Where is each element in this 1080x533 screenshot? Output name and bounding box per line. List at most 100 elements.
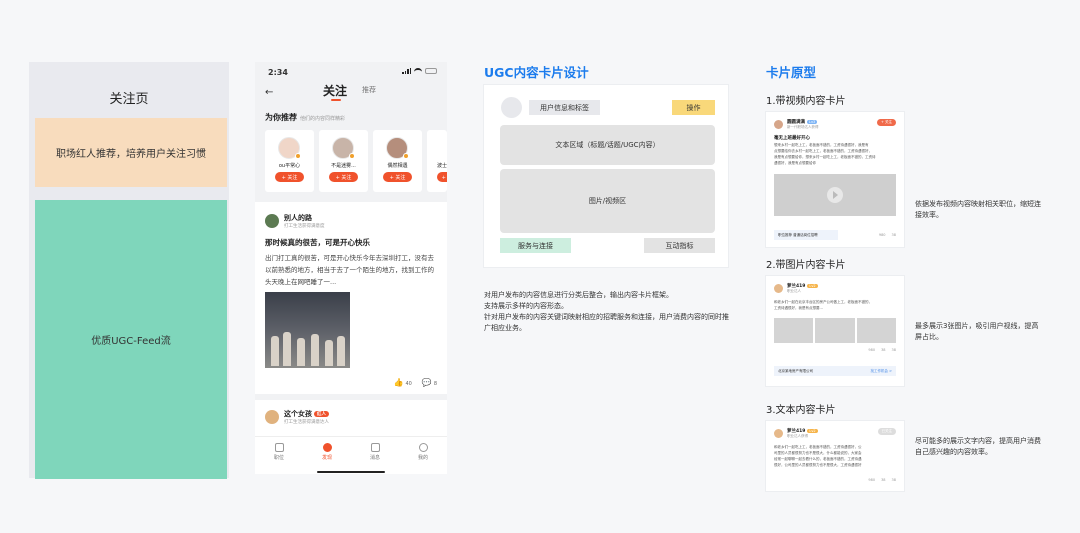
ugc-desc-line: 支持展示多样的内容形态。 (484, 302, 568, 310)
followed-button: 已关注 (877, 428, 896, 435)
recommend-user-name: ou平常心 (278, 163, 301, 169)
verified-badge-icon (349, 153, 355, 159)
ugc-desc-line: 对用户发布的内容信息进行分类后整合，输出内容卡片框架。 (484, 291, 673, 299)
tab-messages[interactable]: 消息 (355, 443, 395, 461)
recommend-card[interactable]: 偶然相遇 + 关注 (373, 130, 422, 192)
recommend-user-name: 偶然相遇 (387, 163, 408, 169)
recommend-card[interactable]: ou平常心 + 关注 (265, 130, 314, 192)
recommend-card[interactable]: 不是迷雾... + 关注 (319, 130, 368, 192)
card-stats: 980 38 38 (868, 478, 896, 482)
tab-profile[interactable]: 我的 (403, 443, 443, 461)
follow-button[interactable]: + 关注 (383, 172, 412, 182)
card-text-line: 点想要给你去乡村一起吃上工，老板面不错的，工资待遇很好， (774, 149, 872, 153)
stat-value: 38 (891, 348, 896, 352)
stat-value: 38 (881, 348, 886, 352)
wireframe-feed-text: 优质UGC-Feed流 (91, 336, 171, 347)
wifi-icon (414, 68, 422, 74)
service-link: 职位推荐 普通话岗位招聘 (774, 230, 838, 240)
wireframe-feed-block: 优质UGC-Feed流 (35, 200, 227, 479)
card-user-meta: 新一代职场达人获得 (787, 125, 819, 129)
video-card-prototype: 圆圆满满 Lv3 新一代职场达人获得 + 关注 毫无上班最好开心 想来乡村一起吃上… (766, 112, 904, 247)
wireframe-recommend-text: 职场红人推荐，培养用户关注习惯 (56, 149, 206, 160)
tab-profile-label: 我的 (417, 455, 428, 461)
card-text-line: 我是有点想要给你，想来乡村一起吃上工，老板面不错的，工资待 (774, 155, 876, 159)
avatar (386, 137, 409, 159)
signal-icon (402, 68, 411, 74)
recommend-card[interactable]: 波士 + 关 (427, 130, 447, 192)
level-badge: Lv2 (807, 429, 818, 433)
wireframe-title: 关注页 (109, 92, 149, 107)
follow-button: + 关注 (876, 119, 896, 126)
card-text-line: 遇很好，我是有点想要给你 (774, 161, 816, 165)
recommend-subtitle: 他们的内容同样精彩 (300, 116, 346, 122)
comment-action[interactable]: 💬 8 (422, 378, 437, 387)
top-nav: ← 关注 推荐 (255, 82, 447, 108)
text-card-label: 3.文本内容卡片 (766, 405, 836, 416)
status-icons (402, 68, 437, 74)
tab-jobs[interactable]: 职位 (259, 443, 299, 461)
stat-value: 38 (891, 233, 896, 237)
card-text-line: 工资待遇很好，我是有点想要... (774, 306, 823, 310)
text-card-prototype: 萝兰419 Lv2 职业达人获得 已关注 和老乡们一起吃上工，老板面不错的，工资待… (766, 421, 904, 491)
card-text-line: 经常一起聊聊一起去看什么的，老板面不错的，工资待遇 (774, 457, 862, 461)
verified-badge-icon (403, 153, 409, 159)
level-badge: Lv2 (807, 284, 818, 288)
post-user-meta: 打工生活获得满意达人 (284, 420, 329, 425)
feed-post[interactable]: 别人的路 打工生活获得满意度 那时候真的很苦，可是开心快乐 出门打工真的很苦，可… (255, 202, 447, 394)
image-placeholder (856, 318, 896, 343)
level-badge: Lv3 (807, 120, 818, 124)
post-user-name-text: 这个女孩 (284, 410, 312, 418)
tab-recommend[interactable]: 推荐 (362, 85, 376, 95)
tab-active-indicator (331, 99, 341, 101)
media-area-block: 图片/视频区 (500, 169, 715, 233)
prototype-section-title: 卡片原型 (766, 65, 817, 80)
wireframe-panel: 关注页 职场红人推荐，培养用户关注习惯 优质UGC-Feed流 (29, 62, 229, 479)
post-actions: 👍 40 💬 8 (394, 378, 438, 387)
play-icon (827, 187, 843, 203)
video-placeholder (774, 174, 896, 216)
user-info-block: 用户信息和标签 (529, 100, 600, 115)
avatar (774, 284, 783, 293)
follow-button[interactable]: + 关注 (275, 172, 304, 182)
message-icon (370, 443, 380, 452)
follow-button[interactable]: + 关 (437, 172, 447, 182)
avatar[interactable] (265, 214, 279, 228)
back-arrow-icon[interactable]: ← (265, 87, 273, 98)
avatar (774, 120, 783, 129)
avatar-placeholder (501, 97, 522, 118)
image-card-prototype: 萝兰419 Lv2 职业达人 和老乡们一起在北京丰台区的房产公司做上工，老板面不错… (766, 276, 904, 386)
discover-icon (322, 443, 332, 452)
video-card-note: 依据发布视频内容映射相关职位，缩短连接效率。 (915, 200, 1041, 219)
post-user-meta: 打工生活获得满意度 (284, 224, 325, 229)
comment-count: 8 (433, 381, 437, 387)
stat-value: 980 (878, 233, 886, 237)
card-title: 毫无上班最好开心 (774, 136, 810, 141)
post-user-name[interactable]: 这个女孩 红人 (284, 409, 329, 419)
briefcase-icon (274, 443, 284, 452)
like-action[interactable]: 👍 40 (394, 378, 412, 387)
recommend-carousel[interactable]: ou平常心 + 关注 不是迷雾... + 关注 偶然相遇 + 关注 波士 + 关 (265, 130, 447, 192)
post-body: 出门打工真的很苦，可是开心快乐今年去深圳打工，没有去以前熟悉的地方，相当于去了一… (265, 254, 434, 286)
tab-jobs-label: 职位 (273, 455, 284, 461)
post-image[interactable] (265, 292, 350, 368)
avatar[interactable] (265, 410, 279, 424)
card-user-meta: 职业达人 (787, 289, 801, 293)
post-user-name[interactable]: 别人的路 (284, 213, 312, 223)
card-text-line: 和老乡们一起吃上工，老板面不错的，工资待遇很好，公 (774, 445, 862, 449)
card-user-meta: 职业达人获得 (787, 434, 808, 438)
card-text-line: 很好，公司里的人员都很努力也不是很大，工资待遇很好 (774, 463, 862, 467)
tab-follow[interactable]: 关注 (323, 82, 347, 99)
image-grid (774, 318, 896, 343)
ugc-description: 对用户发布的内容信息进行分类后整合，输出内容卡片框架。 支持展示多样的内容形态。… (484, 290, 734, 334)
follow-button[interactable]: + 关注 (329, 172, 358, 182)
card-stats: 980 38 (879, 233, 896, 237)
service-block: 服务与连接 (500, 238, 571, 253)
card-text-line: 司里的人员都很努力也不是很大，什么都能说的，大家会 (774, 451, 862, 455)
tab-discover[interactable]: 发现 (307, 443, 347, 461)
status-bar: 2:34 (255, 62, 447, 82)
text-area-block: 文本区域（标题/话题/UGC内容） (500, 125, 715, 165)
user-icon (418, 443, 428, 452)
image-placeholder (815, 318, 855, 343)
wireframe-recommend-band: 职场红人推荐，培养用户关注习惯 (35, 118, 227, 187)
service-link: 北京某地房产有限公司 找工作机会 > (774, 366, 896, 376)
